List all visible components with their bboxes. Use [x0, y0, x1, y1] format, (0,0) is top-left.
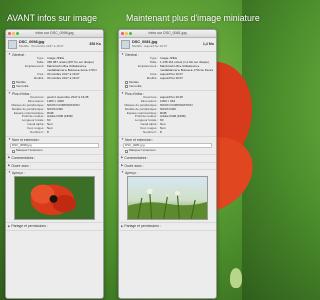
disclosure-triangle-icon: ▶ — [8, 223, 11, 228]
info-row: Nombre F :8 — [121, 129, 214, 135]
file-modified: Modifié : aujourd'hui 16:07 — [132, 44, 168, 49]
info-key: Nombre F : — [30, 129, 46, 134]
section-label: Nom et extension : — [11, 137, 41, 142]
background-bud — [230, 268, 242, 288]
locked-checkbox[interactable]: Verrouillé — [121, 83, 214, 89]
section-label: Partage et permissions : — [11, 224, 48, 229]
disclosure-triangle-icon: ▼ — [121, 170, 124, 175]
info-value: 30 octobre 2017 à 16:07 — [47, 75, 80, 80]
hide-extension-checkbox[interactable]: Masquer l'extension — [8, 148, 101, 153]
checkbox-icon — [125, 81, 128, 85]
section-label: Commentaires : — [124, 156, 149, 161]
disclosure-triangle-icon: ▶ — [121, 155, 124, 160]
caption-before: AVANT infos sur image — [7, 13, 97, 23]
checkbox-icon — [12, 85, 15, 89]
info-window-before[interactable]: infos sur DSC_0098.jpg DSC_0098.jpg Modi… — [5, 29, 104, 299]
title-bar[interactable]: infos sur DSC_0081.jpg — [119, 30, 216, 38]
file-size: 358 Ko — [89, 42, 101, 47]
checkbox-icon — [125, 85, 128, 89]
checkbox-label: Verrouillé — [129, 83, 142, 88]
checkbox-label: Masquer l'extension — [16, 148, 43, 153]
info-row: Nombre F :8 — [8, 129, 101, 135]
checkbox-icon — [12, 149, 15, 153]
info-key: Modifié : — [146, 75, 159, 80]
general-section: ▼ Général : Type : Image JPEG Taille :356 … — [6, 52, 103, 91]
hide-extension-checkbox[interactable]: Masquer l'extension — [121, 148, 214, 153]
more-info-section: ▼ Plus d'infos : Ouverture : jeudi 2 novem… — [6, 91, 103, 137]
disclosure-triangle-icon: ▼ — [8, 170, 11, 175]
preview-toggle[interactable]: ▼ Aperçu : — [121, 170, 214, 176]
info-value: aujourd'hui 16:07 — [160, 75, 183, 80]
name-toggle[interactable]: ▼ Nom et extension : — [8, 137, 101, 142]
checkbox-icon — [12, 81, 15, 85]
comments-section[interactable]: ▶ Commentaires : — [119, 155, 216, 163]
section-label: Ouvrir avec : — [11, 163, 31, 168]
disclosure-triangle-icon: ▼ — [121, 137, 124, 142]
info-key: Nombre F : — [143, 129, 159, 134]
open-with-section[interactable]: ▶ Ouvrir avec : — [119, 162, 216, 171]
checkbox-label: Verrouillé — [16, 83, 29, 88]
section-label: Ouvrir avec : — [124, 163, 144, 168]
disclosure-triangle-icon: ▼ — [8, 137, 11, 142]
comments-section[interactable]: ▶ Commentaires : — [6, 155, 103, 163]
window-title: infos sur DSC_0098.jpg — [35, 31, 74, 36]
file-size: 1,4 Mo — [202, 42, 214, 47]
disclosure-triangle-icon: ▶ — [121, 162, 124, 167]
section-label: Commentaires : — [11, 156, 36, 161]
preview-section: ▼ Aperçu : — [119, 170, 216, 224]
disclosure-triangle-icon: ▶ — [121, 223, 124, 228]
window-title: infos sur DSC_0081.jpg — [148, 31, 187, 36]
sharing-section[interactable]: ▶ Partage et permissions : — [119, 223, 216, 231]
name-section: ▼ Nom et extension : DSC_0098.jpg Masquer… — [6, 137, 103, 156]
file-icon — [121, 40, 130, 49]
info-value: 8 — [47, 129, 49, 134]
preview-image — [14, 176, 95, 221]
section-label: Aperçu : — [11, 171, 25, 176]
preview-image — [127, 176, 208, 221]
disclosure-triangle-icon: ▶ — [8, 162, 11, 167]
preview-section: ▼ Aperçu : — [6, 170, 103, 224]
checkbox-label: Masquer l'extension — [129, 148, 156, 153]
locked-checkbox[interactable]: Verrouillé — [8, 83, 101, 89]
file-header: DSC_0081.jpg Modifié : aujourd'hui 16:07… — [119, 38, 216, 52]
grass-preview-graphic — [128, 188, 207, 220]
section-label: Nom et extension : — [124, 137, 154, 142]
name-toggle[interactable]: ▼ Nom et extension : — [121, 137, 214, 142]
info-value: 8 — [160, 129, 162, 134]
open-with-section[interactable]: ▶ Ouvrir avec : — [6, 162, 103, 171]
name-section: ▼ Nom et extension : DSC_0081.jpg Masquer… — [119, 137, 216, 156]
title-bar[interactable]: infos sur DSC_0098.jpg — [6, 30, 103, 38]
file-header: DSC_0098.jpg Modifié : 30 octobre 2017 à… — [6, 38, 103, 52]
section-label: Partage et permissions : — [124, 224, 161, 229]
sharing-section[interactable]: ▶ Partage et permissions : — [6, 223, 103, 231]
caption-after: Maintenant plus d'image miniature — [126, 13, 260, 23]
general-section: ▼ Général : Type : Image JPEG Taille :1 43… — [119, 52, 216, 91]
preview-toggle[interactable]: ▼ Aperçu : — [8, 170, 101, 176]
checkbox-icon — [125, 149, 128, 153]
more-info-section: ▼ Plus d'infos : Ouverture : aujourd'hui 1… — [119, 91, 216, 137]
file-modified: Modifié : 30 octobre 2017 à 16:07 — [19, 44, 64, 49]
info-window-after[interactable]: infos sur DSC_0081.jpg DSC_0081.jpg Modi… — [118, 29, 217, 299]
info-key: Modifié : — [33, 75, 46, 80]
file-icon — [8, 40, 17, 49]
disclosure-triangle-icon: ▶ — [8, 155, 11, 160]
section-label: Aperçu : — [124, 171, 138, 176]
flower-preview-graphic — [30, 185, 77, 216]
